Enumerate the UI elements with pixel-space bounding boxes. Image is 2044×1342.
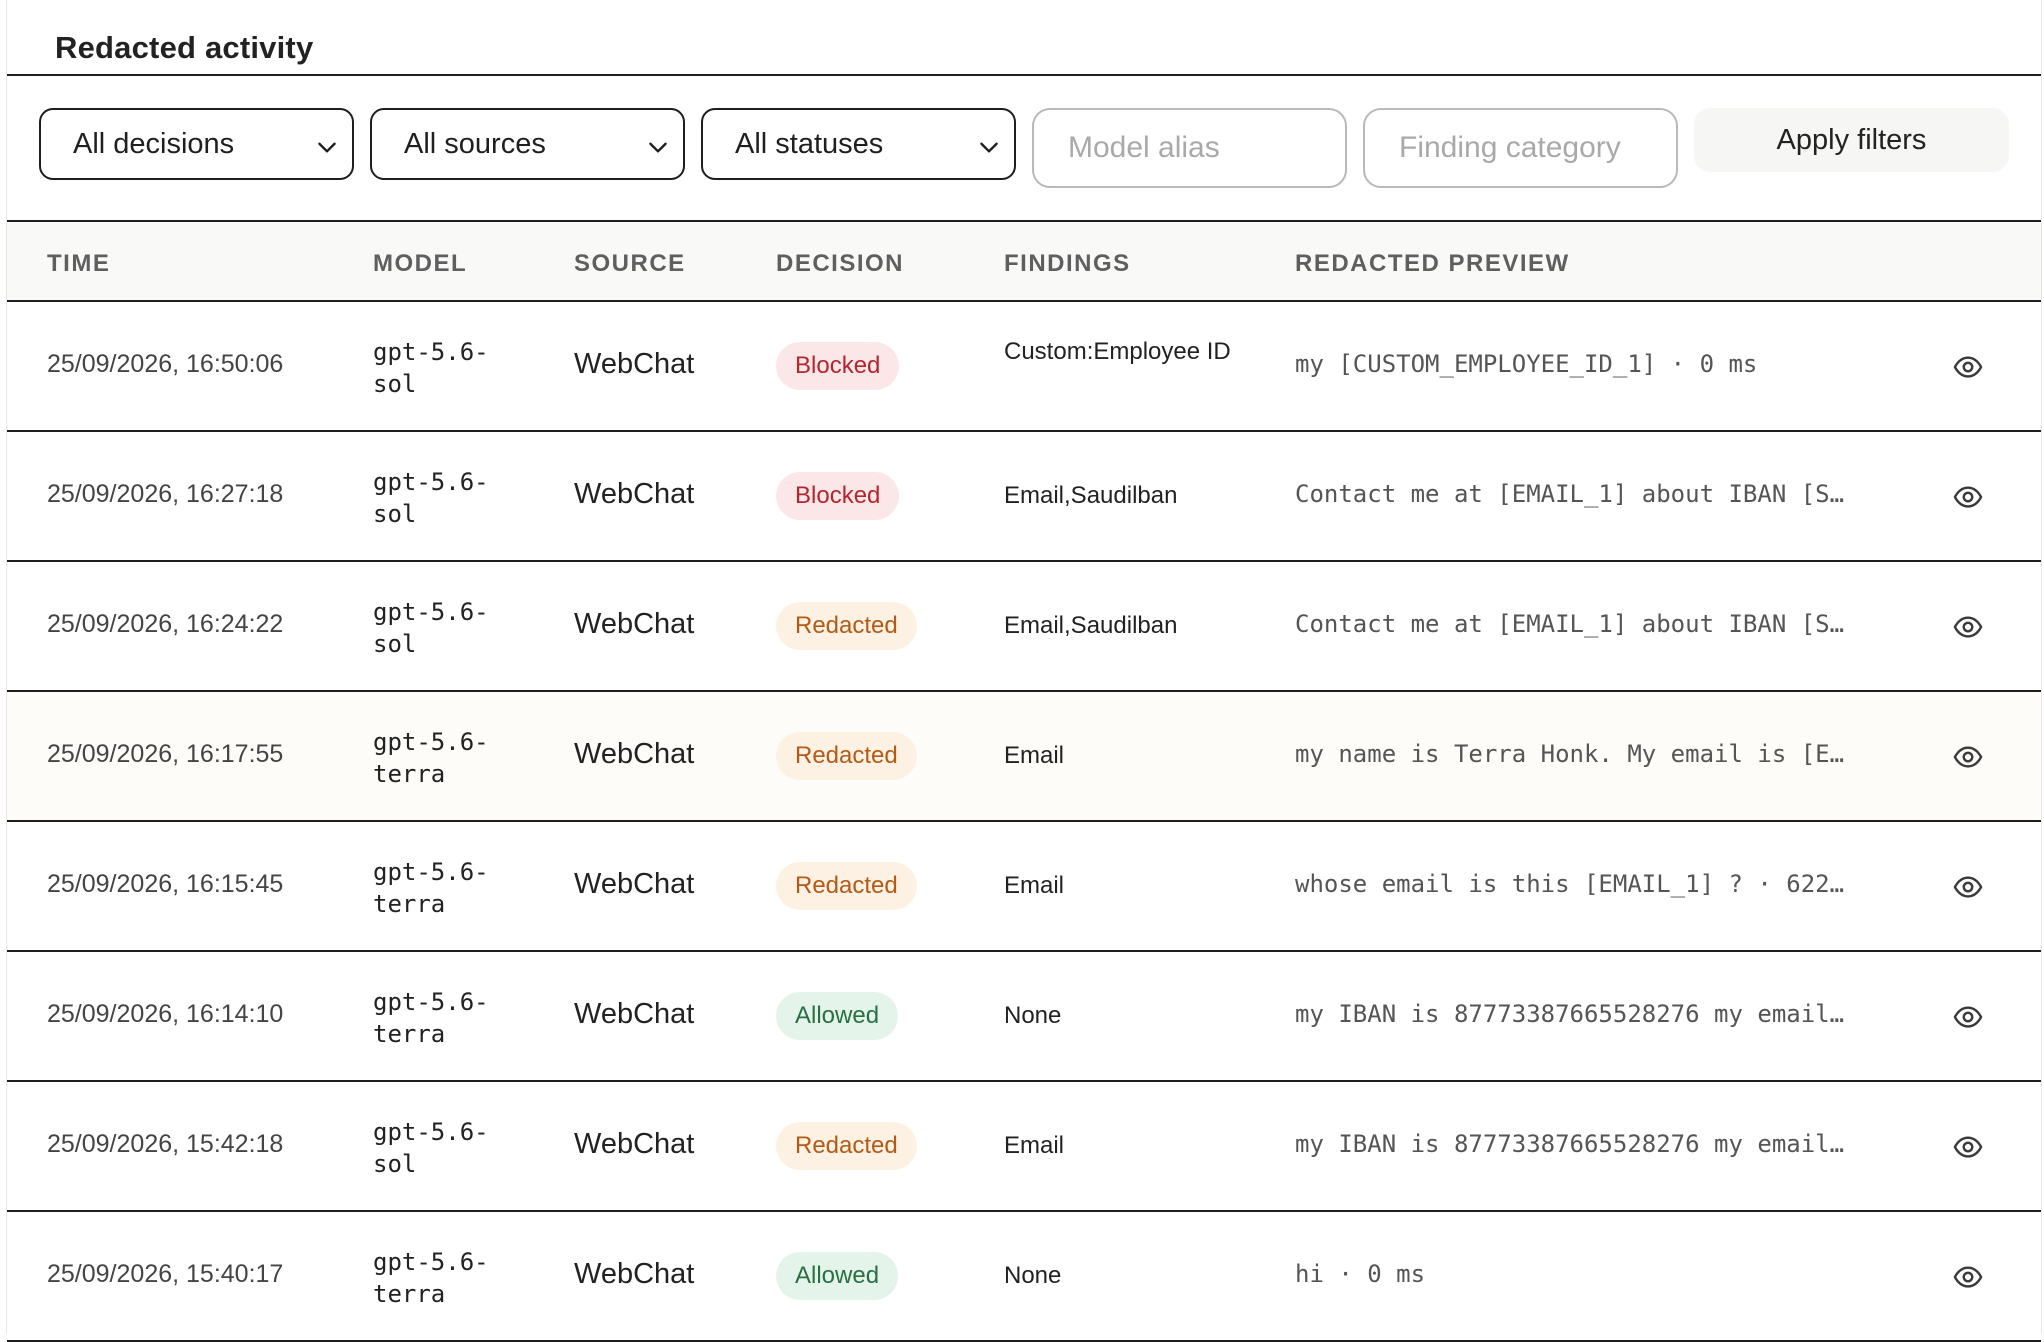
source-filter-value: All sources: [404, 127, 546, 160]
column-header-time: TIME: [47, 250, 111, 277]
status-filter-select[interactable]: All statuses: [701, 108, 1016, 180]
row-redacted-preview: my IBAN is 87773387665528276 my email…: [1295, 1000, 1845, 1028]
title-divider: [7, 74, 2041, 76]
decision-badge: Blocked: [776, 472, 900, 520]
table-row[interactable]: 25/09/2026, 16:50:06 gpt-5.6-sol WebChat Bl…: [7, 302, 2041, 432]
table-row[interactable]: 25/09/2026, 15:42:18 gpt-5.6-sol WebChat Re…: [7, 1082, 2041, 1212]
row-findings: Email,Saudilban: [1004, 612, 1178, 639]
row-redacted-preview: my [CUSTOM_EMPLOYEE_ID_1] · 0 ms: [1295, 350, 1758, 378]
eye-icon[interactable]: [1951, 1262, 1985, 1292]
row-redacted-preview: my name is Terra Honk. My email is [E…: [1295, 740, 1845, 768]
panel-title: Redacted activity: [55, 30, 314, 65]
row-redacted-preview: Contact me at [EMAIL_1] about IBAN [S…: [1295, 480, 1845, 508]
row-time: 25/09/2026, 16:15:45: [47, 870, 284, 898]
decision-badge: Allowed: [776, 1252, 899, 1300]
status-filter-value: All statuses: [735, 127, 884, 160]
row-model: gpt-5.6-sol: [373, 468, 489, 528]
row-model: gpt-5.6-terra: [373, 858, 489, 918]
row-decision: Redacted: [776, 1122, 917, 1170]
row-findings: Email: [1004, 742, 1065, 769]
decision-filter-value: All decisions: [73, 127, 235, 160]
row-findings: Email,Saudilban: [1004, 482, 1178, 509]
row-findings: Email: [1004, 872, 1065, 899]
row-decision: Redacted: [776, 732, 917, 780]
row-findings: Email: [1004, 1132, 1065, 1159]
row-time: 25/09/2026, 16:50:06: [47, 350, 284, 378]
column-header-source: SOURCE: [574, 250, 686, 277]
row-source: WebChat: [574, 348, 695, 380]
decision-badge: Allowed: [776, 992, 899, 1040]
decision-badge: Redacted: [776, 862, 917, 910]
row-time: 25/09/2026, 16:27:18: [47, 480, 284, 508]
decision-filter-select[interactable]: All decisions: [39, 108, 354, 180]
row-model: gpt-5.6-terra: [373, 1248, 489, 1308]
row-decision: Blocked: [776, 472, 900, 520]
decision-badge: Redacted: [776, 1122, 917, 1170]
eye-icon[interactable]: [1951, 352, 1985, 382]
eye-icon[interactable]: [1951, 1002, 1985, 1032]
row-findings: Custom:Employee ID: [1004, 338, 1231, 365]
finding-category-input[interactable]: [1363, 108, 1678, 188]
column-header-decision: DECISION: [776, 250, 905, 277]
row-time: 25/09/2026, 16:17:55: [47, 740, 284, 768]
row-source: WebChat: [574, 478, 695, 510]
filter-bar: All decisions All sources All statuses A…: [7, 108, 2041, 188]
row-decision: Allowed: [776, 1252, 899, 1300]
chevron-down-icon: [649, 142, 667, 153]
row-findings: None: [1004, 1262, 1062, 1289]
row-decision: Blocked: [776, 342, 900, 390]
row-decision: Allowed: [776, 992, 899, 1040]
row-model: gpt-5.6-terra: [373, 988, 489, 1048]
column-header-findings: FINDINGS: [1004, 250, 1131, 277]
chevron-down-icon: [318, 142, 336, 153]
decision-badge: Redacted: [776, 732, 917, 780]
row-time: 25/09/2026, 15:42:18: [47, 1130, 284, 1158]
row-decision: Redacted: [776, 602, 917, 650]
row-redacted-preview: Contact me at [EMAIL_1] about IBAN [S…: [1295, 610, 1845, 638]
row-source: WebChat: [574, 738, 695, 770]
row-redacted-preview: my IBAN is 87773387665528276 my email…: [1295, 1130, 1845, 1158]
table-row[interactable]: 25/09/2026, 15:40:17 gpt-5.6-terra WebChat…: [7, 1212, 2041, 1342]
table-row[interactable]: 25/09/2026, 16:27:18 gpt-5.6-sol WebChat Bl…: [7, 432, 2041, 562]
eye-icon[interactable]: [1951, 482, 1985, 512]
eye-icon[interactable]: [1951, 742, 1985, 772]
chevron-down-icon: [980, 142, 998, 153]
row-model: gpt-5.6-sol: [373, 338, 489, 398]
row-findings: None: [1004, 1002, 1062, 1029]
row-time: 25/09/2026, 16:24:22: [47, 610, 284, 638]
decision-badge: Blocked: [776, 342, 900, 390]
row-source: WebChat: [574, 1258, 695, 1290]
row-source: WebChat: [574, 998, 695, 1030]
eye-icon[interactable]: [1951, 612, 1985, 642]
table-row[interactable]: 25/09/2026, 16:14:10 gpt-5.6-terra WebChat…: [7, 952, 2041, 1082]
column-header-redacted-preview: REDACTED PREVIEW: [1295, 250, 1570, 277]
redacted-activity-panel: Redacted activity All decisions All sour…: [6, 0, 2042, 1342]
source-filter-select[interactable]: All sources: [370, 108, 685, 180]
row-model: gpt-5.6-sol: [373, 598, 489, 658]
row-model: gpt-5.6-sol: [373, 1118, 489, 1178]
eye-icon[interactable]: [1951, 872, 1985, 902]
row-redacted-preview: whose email is this [EMAIL_1] ? · 622…: [1295, 870, 1845, 898]
table-row[interactable]: 25/09/2026, 16:15:45 gpt-5.6-terra WebChat…: [7, 822, 2041, 952]
table-header: TIME MODEL SOURCE DECISION FINDINGS REDA…: [7, 220, 2041, 302]
row-time: 25/09/2026, 15:40:17: [47, 1260, 284, 1288]
table-row[interactable]: 25/09/2026, 16:17:55 gpt-5.6-terra WebChat…: [7, 692, 2041, 822]
row-source: WebChat: [574, 608, 695, 640]
eye-icon[interactable]: [1951, 1132, 1985, 1162]
row-time: 25/09/2026, 16:14:10: [47, 1000, 284, 1028]
apply-filters-button[interactable]: Apply filters: [1694, 108, 2009, 172]
row-redacted-preview: hi · 0 ms: [1295, 1260, 1426, 1288]
row-model: gpt-5.6-terra: [373, 728, 489, 788]
model-alias-input[interactable]: [1032, 108, 1347, 188]
column-header-model: MODEL: [373, 250, 468, 277]
decision-badge: Redacted: [776, 602, 917, 650]
row-decision: Redacted: [776, 862, 917, 910]
table-row[interactable]: 25/09/2026, 16:24:22 gpt-5.6-sol WebChat Re…: [7, 562, 2041, 692]
row-source: WebChat: [574, 1128, 695, 1160]
row-source: WebChat: [574, 868, 695, 900]
